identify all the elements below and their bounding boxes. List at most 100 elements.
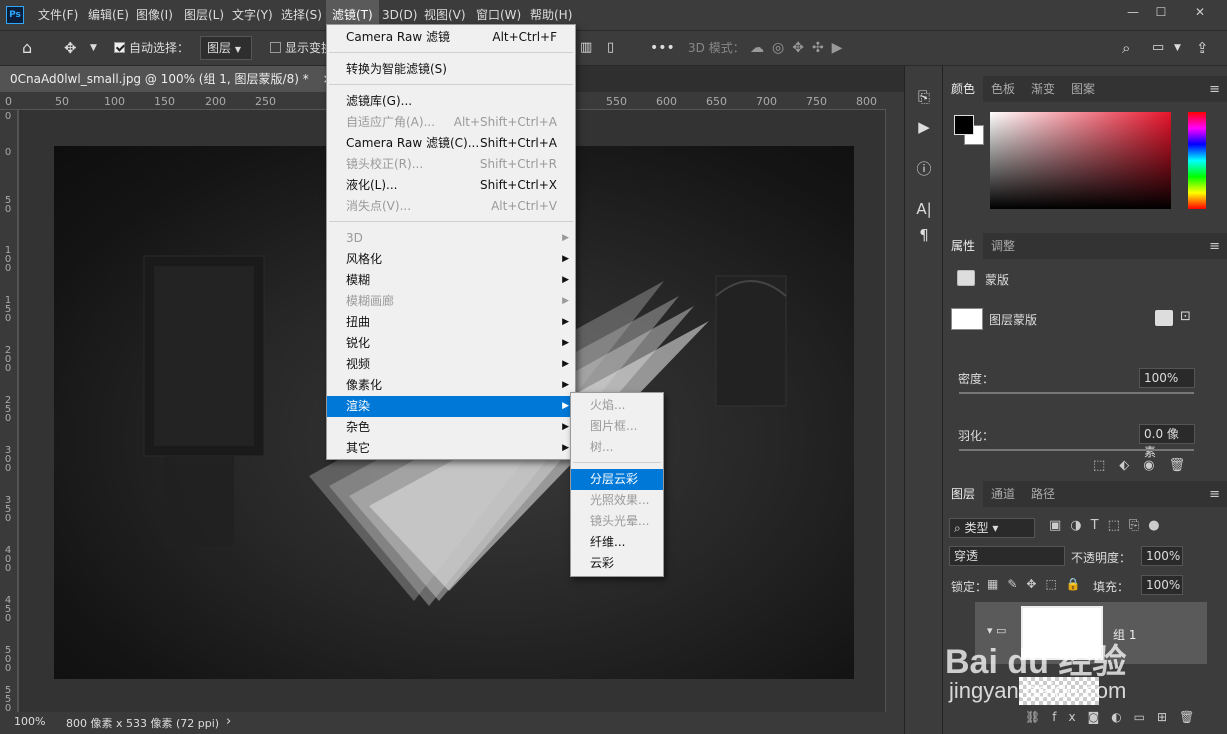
opacity-input[interactable]: 100% [1141,546,1183,566]
character-icon[interactable]: A| [905,200,943,218]
fill-label: 填充： [1093,580,1130,594]
more-options-icon[interactable]: ••• [650,31,675,65]
layer-actions-icons[interactable]: ⛓fx◙◐▭⊞🗑 [1025,710,1206,724]
menu-item-liquify[interactable]: 液化(L)... Shift+Ctrl+X [327,175,575,196]
workspace-chevron-icon[interactable]: ▼ [1174,31,1181,65]
tab-swatches[interactable]: 色板 [983,76,1023,102]
menu-item-filter-gallery[interactable]: 滤镜库(G)... [327,91,575,112]
menu-type[interactable]: 文字(Y) [226,0,279,30]
blend-mode-value: 穿透 [954,549,979,563]
hue-slider[interactable] [1188,112,1206,209]
menu-edit[interactable]: 编辑(E) [82,0,135,30]
document-info: 800 像素 x 533 像素 (72 ppi) [66,717,220,730]
ruler-tick: 150 [154,95,175,108]
auto-select-checkbox[interactable]: 自动选择： [114,31,189,65]
menu-item-noise[interactable]: 杂色 ▶ [327,417,575,438]
ruler-tick: 5 0 [4,195,12,215]
mask-icon [957,270,975,286]
status-bar: 100% 800 像素 x 533 像素 (72 ppi) › [0,712,904,734]
workspace-icon[interactable]: ▭ [1152,31,1164,65]
tab-adjustments[interactable]: 调整 [983,233,1023,259]
foreground-color-swatch[interactable] [954,115,974,135]
feather-slider[interactable] [959,449,1194,451]
submenu-item-clouds[interactable]: 云彩 [571,553,663,574]
add-vector-mask-icon[interactable]: ⊡ [1180,309,1191,324]
history-icon[interactable]: ⎘ [905,88,943,106]
tab-layers[interactable]: 图层 [943,481,984,507]
submenu-item-picture-frame: 图片框... [590,419,638,433]
properties-type-label: 蒙版 [985,273,1010,287]
menu-item-other[interactable]: 其它 ▶ [327,438,575,459]
menu-item-blur[interactable]: 模糊 ▶ [327,270,575,291]
panel-menu-icon[interactable]: ≡ [1209,82,1220,97]
status-arrow-icon[interactable]: › [226,714,231,729]
share-icon[interactable]: ⇪ [1196,31,1209,65]
tab-paths[interactable]: 路径 [1023,481,1063,507]
density-slider[interactable] [959,392,1194,394]
menu-item-camera-raw[interactable]: Camera Raw 滤镜(C)... Shift+Ctrl+A [327,133,575,154]
layer-filter-icons[interactable]: ▣◑T⬚⎘● [1049,518,1169,533]
lock-icons[interactable]: ▦✎✥⬚🔒 [987,577,1090,591]
submenu-item-fibers[interactable]: 纤维... [571,532,663,553]
menu-item-distort[interactable]: 扭曲 ▶ [327,312,575,333]
close-window-button[interactable]: ✕ [1182,0,1218,24]
tab-color[interactable]: 颜色 [943,76,984,102]
menu-layer[interactable]: 图层(L) [178,0,230,30]
layer-filter-dropdown[interactable]: ⌕ 类型 ▾ [949,518,1035,538]
search-icon[interactable]: ⌕ [1122,31,1130,65]
menu-item-camera-raw-last[interactable]: Camera Raw 滤镜 Alt+Ctrl+F [327,27,575,48]
menu-image[interactable]: 图像(I) [130,0,179,30]
paragraph-icon[interactable]: ¶ [905,226,943,244]
menu-file[interactable]: 文件(F) [32,0,84,30]
mask-actions-icons[interactable]: ⬚⬖◉🗑 [1093,458,1199,473]
tab-channels[interactable]: 通道 [983,481,1023,507]
chevron-down-icon[interactable]: ▼ [90,31,97,65]
menu-item-render[interactable]: 渲染 ▶ [327,396,575,417]
tab-patterns[interactable]: 图案 [1063,76,1103,102]
tab-properties[interactable]: 属性 [943,233,984,259]
ruler-tick: 4 5 0 [4,595,12,624]
menu-item-3d: 3D ▶ [346,231,569,245]
zoom-level[interactable]: 100% [14,715,45,728]
3d-tools-icons[interactable]: ☁◎✥✣▶ [750,31,850,65]
menu-item-pixelate[interactable]: 像素化 ▶ [327,375,575,396]
vertical-scrollbar[interactable] [886,92,904,712]
menu-item-stylize[interactable]: 风格化 ▶ [327,249,575,270]
restore-button[interactable]: ☐ [1146,0,1176,24]
ruler-tick: 250 [255,95,276,108]
document-tab[interactable]: 0CnaAd0lwl_small.jpg @ 100% (组 1, 图层蒙版/8… [0,66,343,92]
minimize-button[interactable]: — [1118,0,1148,24]
home-icon[interactable]: ⌂ [22,31,32,65]
menu-item-sharpen[interactable]: 锐化 ▶ [327,333,575,354]
options-bar: ⌂ ✥ ▼ 自动选择： 图层 ▼ 显示变换控件 ▥ ▯ ••• 3D 模式： ☁… [0,30,1227,66]
auto-select-dropdown[interactable]: 图层 ▼ [200,36,252,60]
play-actions-icon[interactable]: ▶ [905,118,943,136]
density-input[interactable]: 100% [1139,368,1195,388]
panel-menu-icon[interactable]: ≡ [1209,239,1220,254]
ruler-tick: 750 [806,95,827,108]
feather-input[interactable]: 0.0 像素 [1139,424,1195,459]
info-icon[interactable]: ⓘ [905,158,943,179]
move-tool-icon[interactable]: ✥ [64,31,77,65]
add-pixel-mask-icon[interactable] [1155,310,1173,326]
distribute-icon[interactable]: ▯ [607,31,614,65]
fx-button[interactable]: fx [1052,710,1087,724]
3d-mode-label: 3D 模式： [688,41,745,55]
photoshop-logo: Ps [6,6,24,24]
ruler-left: 0 0 5 0 1 0 0 1 5 0 2 0 0 2 5 0 3 0 0 3 … [0,110,18,714]
layers-panel-tabs: 图层 通道 路径 ≡ [943,481,1227,507]
submenu-item-lens-flare: 镜头光晕... [590,514,650,528]
feather-label: 羽化： [958,429,995,443]
align-icon[interactable]: ▥ [580,31,592,65]
tab-gradients[interactable]: 渐变 [1023,76,1063,102]
submenu-item-difference-clouds[interactable]: 分层云彩 [571,469,663,490]
layer-mask-thumbnail[interactable] [951,308,983,330]
color-picker-field[interactable] [990,112,1171,209]
menu-item-convert-smart-filter[interactable]: 转换为智能滤镜(S) [327,59,575,80]
lock-label: 锁定： [951,580,988,594]
menu-item-video[interactable]: 视频 ▶ [327,354,575,375]
blend-mode-dropdown[interactable]: 穿透 [949,546,1065,566]
fill-input[interactable]: 100% [1141,575,1183,595]
panel-menu-icon[interactable]: ≡ [1209,487,1220,502]
menu-select[interactable]: 选择(S) [275,0,328,30]
